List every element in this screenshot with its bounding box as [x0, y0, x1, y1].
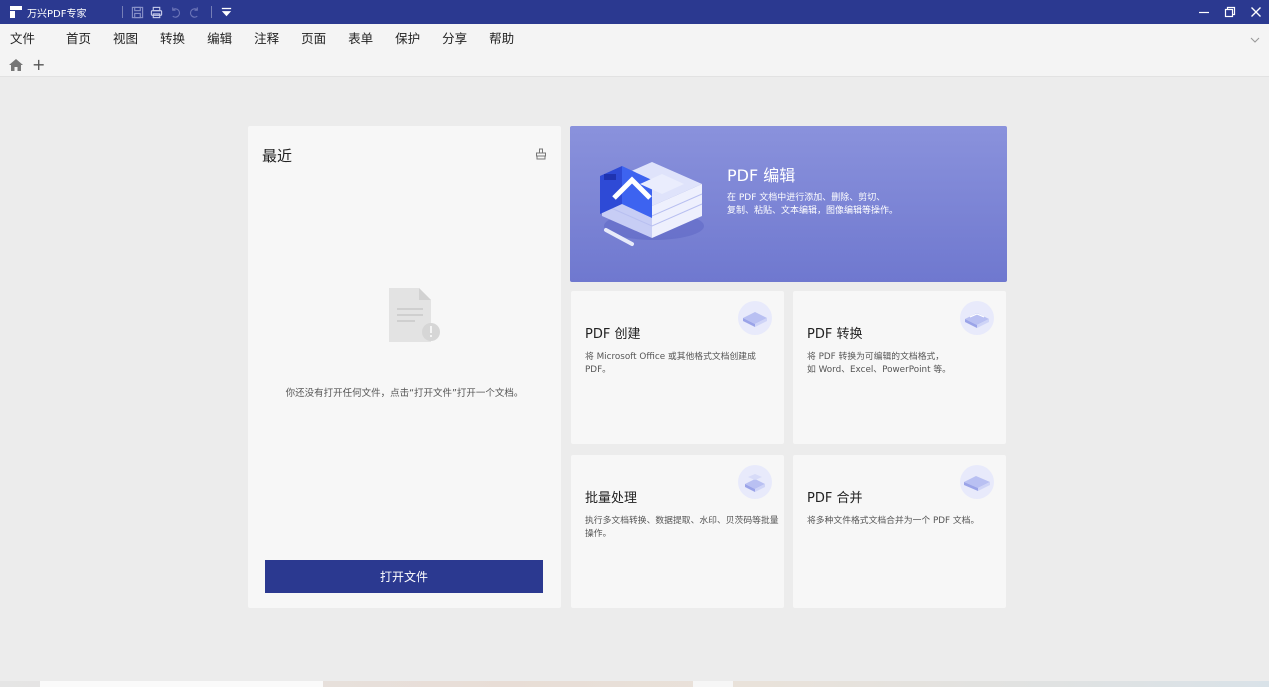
- quick-access-toolbar: [116, 4, 237, 20]
- chevron-down-icon[interactable]: [1249, 34, 1261, 46]
- menu-home[interactable]: 首页: [55, 24, 102, 54]
- separator: [122, 6, 124, 18]
- pdf-convert-icon: [960, 301, 994, 335]
- recent-panel: 最近 你还没有打开任何文件，点击“打开文件”打开一个文档。 打开文件: [248, 126, 561, 608]
- pdf-edit-illustration-icon: [600, 162, 704, 246]
- card-title: PDF 创建: [585, 327, 641, 342]
- banner-description: 在 PDF 文档中进行添加、删除、剪切、 复制、粘贴、文本编辑，图像编辑等操作。: [727, 192, 987, 218]
- pdf-edit-banner[interactable]: PDF 编辑 在 PDF 文档中进行添加、删除、剪切、 复制、粘贴、文本编辑，图…: [570, 126, 1007, 282]
- app-logo-icon: [10, 6, 22, 18]
- menu-protect[interactable]: 保护: [384, 24, 431, 54]
- menu-bar: 文件 首页 视图 转换 编辑 注释 页面 表单 保护 分享 帮助: [0, 24, 1269, 54]
- taskbar-segment: [40, 681, 323, 687]
- clear-history-icon[interactable]: [535, 148, 547, 160]
- pdf-merge-card[interactable]: PDF 合并 将多种文件格式文档合并为一个 PDF 文档。: [793, 455, 1006, 608]
- card-description: 执行多文档转换、数据提取、水印、贝茨码等批量操作。: [585, 516, 779, 539]
- card-title: PDF 转换: [807, 327, 863, 342]
- menu-edit[interactable]: 编辑: [196, 24, 243, 54]
- window-controls: [1191, 0, 1269, 24]
- empty-document-icon: [389, 288, 440, 342]
- open-file-button[interactable]: 打开文件: [265, 560, 543, 593]
- banner-title: PDF 编辑: [727, 166, 796, 185]
- pdf-merge-icon: [960, 465, 994, 499]
- app-title: 万兴PDF专家: [27, 8, 87, 20]
- menu-view[interactable]: 视图: [102, 24, 149, 54]
- undo-icon[interactable]: [167, 4, 183, 20]
- add-tab-icon[interactable]: +: [32, 57, 45, 73]
- banner-description-line: 复制、粘贴、文本编辑，图像编辑等操作。: [727, 206, 899, 216]
- batch-process-icon: [738, 465, 772, 499]
- card-title: 批量处理: [585, 491, 638, 506]
- minimize-icon[interactable]: [1191, 0, 1217, 24]
- empty-hint-text: 你还没有打开任何文件，点击“打开文件”打开一个文档。: [285, 388, 524, 399]
- pdf-create-card[interactable]: PDF 创建 将 Microsoft Office 或其他格式文档创建成 PDF…: [571, 291, 784, 444]
- banner-description-line: 在 PDF 文档中进行添加、删除、剪切、: [727, 193, 886, 203]
- menu-share[interactable]: 分享: [431, 24, 478, 54]
- menu-comment[interactable]: 注释: [243, 24, 290, 54]
- batch-process-card[interactable]: 批量处理 执行多文档转换、数据提取、水印、贝茨码等批量操作。: [571, 455, 784, 608]
- menu-form[interactable]: 表单: [337, 24, 384, 54]
- menu-file[interactable]: 文件: [0, 24, 55, 54]
- customize-dropdown-icon[interactable]: [218, 4, 234, 20]
- redo-icon[interactable]: [186, 4, 202, 20]
- card-description-line: 如 Word、Excel、PowerPoint 等。: [807, 365, 951, 375]
- card-description: 将 PDF 转换为可编辑的文档格式， 如 Word、Excel、PowerPoi…: [807, 351, 1002, 377]
- close-icon[interactable]: [1243, 0, 1269, 24]
- print-icon[interactable]: [148, 4, 164, 20]
- pdf-create-icon: [738, 301, 772, 335]
- card-description-line: 将 PDF 转换为可编辑的文档格式，: [807, 352, 945, 362]
- title-bar: 万兴PDF专家: [0, 0, 1269, 24]
- card-description: 将 Microsoft Office 或其他格式文档创建成 PDF。: [585, 352, 756, 375]
- taskbar-segment: [693, 681, 733, 687]
- card-description: 将多种文件格式文档合并为一个 PDF 文档。: [807, 516, 980, 526]
- home-icon[interactable]: [8, 57, 24, 73]
- tab-bar: +: [0, 54, 1269, 77]
- save-icon[interactable]: [129, 4, 145, 20]
- menu-page[interactable]: 页面: [290, 24, 337, 54]
- separator: [211, 6, 213, 18]
- menu-convert[interactable]: 转换: [149, 24, 196, 54]
- pdf-convert-card[interactable]: PDF 转换 将 PDF 转换为可编辑的文档格式， 如 Word、Excel、P…: [793, 291, 1006, 444]
- recent-title: 最近: [262, 147, 293, 165]
- card-title: PDF 合并: [807, 491, 863, 506]
- menu-help[interactable]: 帮助: [478, 24, 525, 54]
- restore-icon[interactable]: [1217, 0, 1243, 24]
